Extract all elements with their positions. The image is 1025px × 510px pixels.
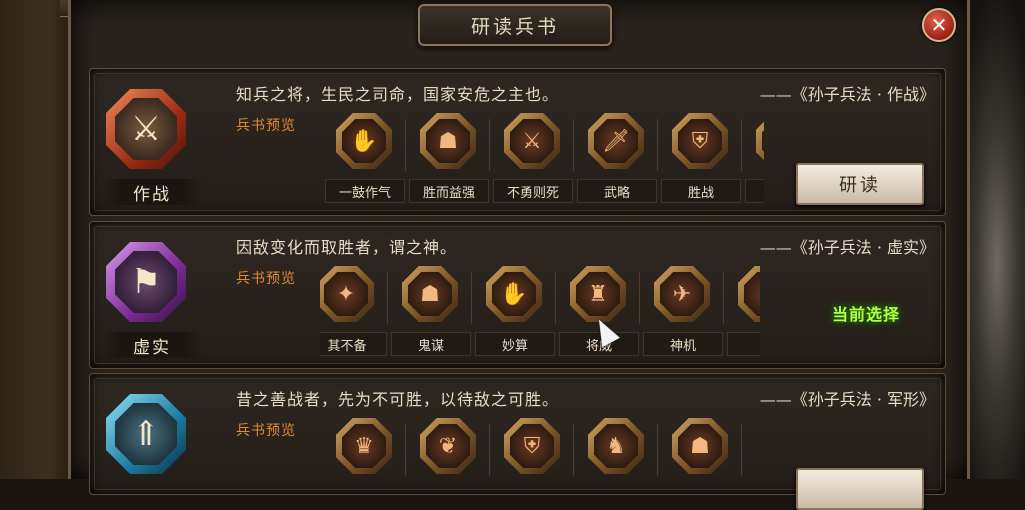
arrow-emblem-icon[interactable]: ⇑ [106, 394, 186, 474]
skill-item[interactable]: 🗡 武略 [576, 111, 657, 207]
preview-label: 兵书预览 [236, 271, 296, 287]
skill-icon [756, 113, 764, 169]
skill-icon: ♞ [588, 418, 644, 474]
close-button[interactable]: ✕ [922, 8, 956, 42]
skill-icon [738, 266, 760, 322]
divider [405, 119, 406, 171]
divider [405, 424, 406, 476]
book-source: ——《孙子兵法 · 作战》 [759, 85, 935, 104]
divider [657, 119, 658, 171]
skill-icon: ☗ [420, 113, 476, 169]
book-quote: 知兵之将，生民之司命，国家安危之主也。 [236, 85, 560, 104]
book-row-zuozhan: ⚔ 作战 知兵之将，生民之司命，国家安危之主也。 ——《孙子兵法 · 作战》 兵… [89, 68, 946, 216]
skill-item[interactable]: ☗ 鬼谋 [390, 264, 471, 360]
skill-name: 武略 [603, 185, 630, 201]
skill-item[interactable]: ♜ 将威 [558, 264, 639, 360]
flag-icon[interactable]: ⚑ [106, 242, 186, 322]
skill-item[interactable]: ❦ [408, 416, 488, 486]
divider [387, 272, 388, 324]
skill-name: 不勇则死 [506, 185, 559, 201]
skill-icon: ⚔ [504, 113, 560, 169]
skill-icon: ⛨ [504, 418, 560, 474]
skill-icon: ⛨ [672, 113, 728, 169]
skill-item[interactable]: ✦ 其不备 [320, 264, 387, 360]
study-button[interactable] [796, 468, 924, 510]
divider [555, 272, 556, 324]
skill-icon: ♛ [336, 418, 392, 474]
emblem-label-plate: 作战 [102, 179, 202, 205]
study-button[interactable]: 研读 [796, 163, 924, 205]
skill-icon: ☗ [402, 266, 458, 322]
divider [489, 119, 490, 171]
divider [489, 424, 490, 476]
book-row-xushi: ⚑ 虚实 因敌变化而取胜者，谓之神。 ——《孙子兵法 · 虚实》 兵书预览 ✦ … [89, 221, 946, 369]
skill-icon: ✦ [320, 266, 374, 322]
skill-icon: ☗ [672, 418, 728, 474]
skill-item[interactable]: ✋ 一鼓作气 [324, 111, 405, 207]
dialog-title: 研读兵书 [470, 15, 559, 38]
skill-item[interactable]: ⛨ [492, 416, 572, 486]
skill-item[interactable]: ⛨ 胜战 [660, 111, 741, 207]
skill-item[interactable]: ☗ 胜而益强 [408, 111, 489, 207]
skill-name: 鬼谋 [417, 338, 444, 354]
book-source: ——《孙子兵法 · 虚实》 [759, 238, 935, 257]
divider [639, 272, 640, 324]
skill-icon: 🗡 [588, 113, 644, 169]
skill-item[interactable]: ♛ [324, 416, 404, 486]
preview-label: 兵书预览 [236, 423, 296, 439]
skill-list: ✦ 其不备 ☗ 鬼谋 ✋ 妙算 ♜ 将威 ✈ 神机 占 [320, 264, 760, 360]
close-icon: ✕ [930, 13, 948, 37]
book-name: 作战 [133, 184, 171, 205]
skill-item[interactable]: ✋ 妙算 [474, 264, 555, 360]
book-quote: 因敌变化而取胜者，谓之神。 [236, 238, 458, 257]
title-plate: 研读兵书 [418, 4, 612, 46]
book-source: ——《孙子兵法 · 军形》 [759, 390, 935, 409]
skill-icon: ✈ [654, 266, 710, 322]
study-button-label: 研读 [839, 175, 881, 196]
divider [741, 119, 742, 171]
divider [741, 424, 742, 476]
skill-item[interactable]: ☗ [660, 416, 740, 486]
skill-name: 一鼓作气 [338, 185, 391, 201]
skill-icon: ❦ [420, 418, 476, 474]
skill-item[interactable]: ⚔ 不勇则死 [492, 111, 573, 207]
skill-list: ✋ 一鼓作气 ☗ 胜而益强 ⚔ 不勇则死 🗡 武略 ⛨ 胜战 [324, 111, 764, 207]
divider [657, 424, 658, 476]
skill-icon: ♜ [570, 266, 626, 322]
skill-item[interactable] [744, 111, 764, 207]
skill-icon: ✋ [336, 113, 392, 169]
skill-icon: ✋ [486, 266, 542, 322]
preview-label: 兵书预览 [236, 118, 296, 134]
skill-item[interactable]: 占 [726, 264, 760, 360]
divider [723, 272, 724, 324]
current-selection-label: 当前选择 [831, 305, 900, 324]
skill-name: 神机 [669, 338, 696, 354]
divider [573, 119, 574, 171]
book-name: 虚实 [133, 337, 171, 358]
book-row-junxing: ⇑ 昔之善战者，先为不可胜，以待敌之可胜。 ——《孙子兵法 · 军形》 兵书预览… [89, 373, 946, 510]
book-quote: 昔之善战者，先为不可胜，以待敌之可胜。 [236, 390, 560, 409]
skill-name: 胜而益强 [422, 185, 475, 201]
emblem-label-plate: 虚实 [102, 332, 202, 358]
crossed-swords-icon[interactable]: ⚔ [106, 89, 186, 169]
skill-name: 其不备 [327, 338, 367, 354]
skill-name: 胜战 [687, 185, 714, 201]
divider [471, 272, 472, 324]
skill-item[interactable]: ✈ 神机 [642, 264, 723, 360]
skill-item[interactable]: ♞ [576, 416, 656, 486]
skill-list: ♛ ❦ ⛨ ♞ ☗ [324, 416, 764, 486]
current-selection-badge: 当前选择 [816, 298, 916, 328]
divider [573, 424, 574, 476]
skill-name: 妙算 [501, 338, 528, 354]
